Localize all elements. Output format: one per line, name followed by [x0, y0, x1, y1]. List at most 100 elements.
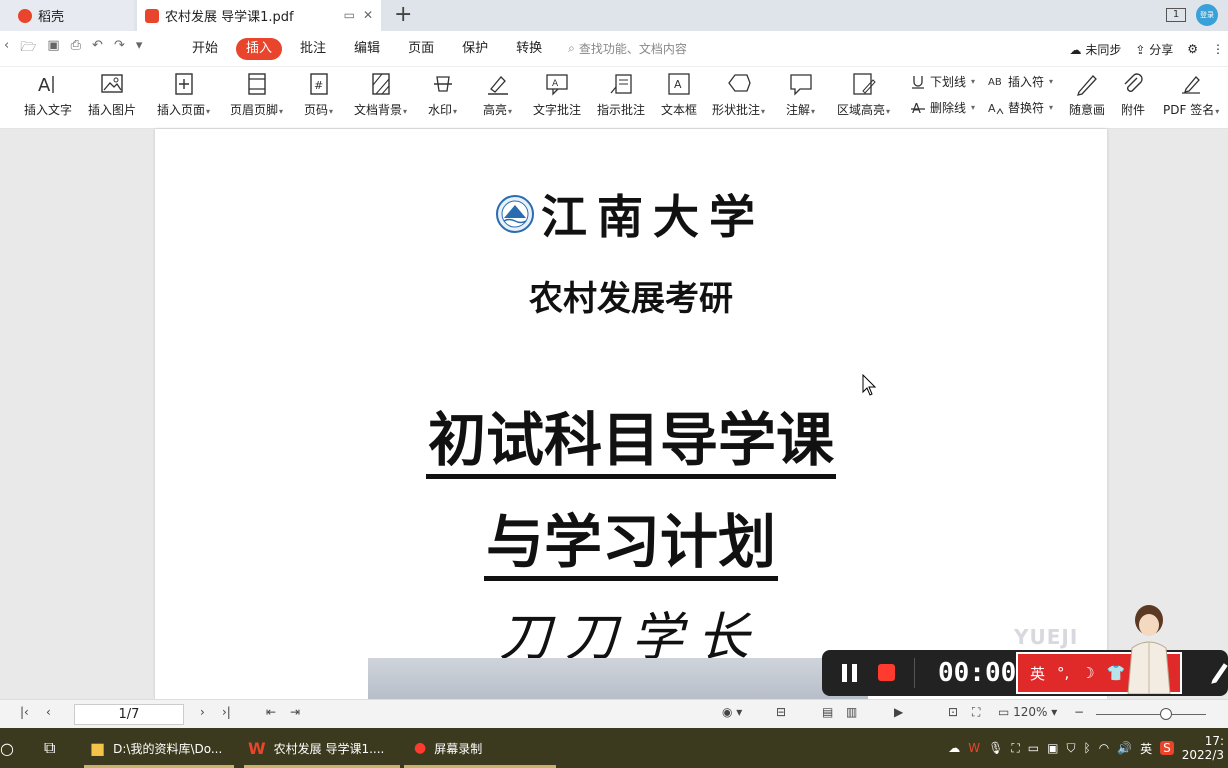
search-icon[interactable]: ○	[0, 728, 14, 768]
screen: 稻壳 农村发展 导学课1.pdf ▭ ✕ + 1 登录 ‹ 🗁 ▣ ⎙ ↶ ↷ …	[0, 0, 1228, 768]
highlight-button[interactable]: 高亮▾	[483, 71, 512, 118]
undo-icon[interactable]: ↶	[92, 38, 103, 60]
single-page-icon[interactable]: ▤	[822, 705, 833, 719]
share-button[interactable]: ⇪ 分享	[1135, 41, 1173, 58]
avatar[interactable]: 登录	[1196, 4, 1218, 26]
screen-capture-icon[interactable]: ⛶	[1011, 741, 1019, 756]
fit-width-icon[interactable]: ⊟	[776, 705, 786, 719]
page-number-button[interactable]: # 页码▾	[304, 71, 333, 118]
prev-page-icon[interactable]: ‹	[46, 705, 51, 719]
underline-button[interactable]: 下划线 ▾	[910, 73, 975, 90]
pen-icon[interactable]	[1210, 660, 1228, 684]
area-highlight-button[interactable]: 区域高亮▾	[837, 71, 890, 118]
pdf-page[interactable]: 江南大学 农村发展考研 初试科目导学课 与学习计划 刀刀学长	[155, 129, 1107, 699]
back-view-icon[interactable]: ⇤	[266, 705, 276, 719]
task-view-icon[interactable]: ⧉	[44, 728, 55, 768]
more-icon[interactable]: ⋮	[1212, 42, 1224, 56]
settings-icon[interactable]: ⚙	[1187, 42, 1198, 56]
header-footer-button[interactable]: 页眉页脚▾	[230, 71, 283, 118]
taskbar-item-wps[interactable]: W 农村发展 导学课1....	[248, 728, 384, 768]
print-icon[interactable]: ⎙	[71, 38, 81, 60]
freehand-button[interactable]: 随意画	[1069, 71, 1105, 118]
chevron-down-icon: ▾	[1049, 77, 1054, 86]
zoom-out-icon[interactable]: −	[1074, 705, 1084, 719]
insert-text-button[interactable]: A 插入文字	[24, 71, 72, 118]
wps-tray-icon[interactable]: W	[968, 741, 980, 755]
pin-tab-icon[interactable]: ▭	[344, 8, 355, 22]
redo-icon[interactable]: ↷	[114, 38, 125, 60]
chevron-down-icon: ▾	[1215, 107, 1220, 116]
pdf-sign-button[interactable]: PDF 签名▾	[1163, 71, 1219, 118]
next-page-icon[interactable]: ›	[200, 705, 205, 719]
clock[interactable]: 17: 2022/3	[1182, 734, 1224, 762]
menu-item-protect[interactable]: 保护	[448, 38, 502, 60]
cloud-sync-icon[interactable]: ☁	[948, 741, 960, 755]
tab-pdf-document[interactable]: 农村发展 导学课1.pdf ▭ ✕	[137, 0, 381, 31]
zoom-control[interactable]: ▭ 120% ▾	[998, 705, 1057, 719]
display-icon[interactable]: ▣	[1047, 741, 1058, 755]
sogou-icon[interactable]: S	[1160, 741, 1174, 755]
menu-item-convert[interactable]: 转换	[502, 38, 556, 60]
chevron-left-icon[interactable]: ‹	[4, 38, 9, 60]
volume-icon[interactable]: 🔊	[1117, 741, 1132, 755]
customize-dropdown-icon[interactable]: ▾	[136, 38, 143, 60]
ime-language[interactable]: 英	[1030, 663, 1045, 684]
insert-image-button[interactable]: 插入图片	[88, 71, 136, 118]
zoom-slider-track[interactable]	[1096, 714, 1206, 715]
double-page-icon[interactable]: ▥	[846, 705, 857, 719]
microphone-icon[interactable]: 🎙	[988, 741, 1003, 755]
input-language[interactable]: 英	[1140, 740, 1152, 757]
menu-item-insert[interactable]: 插入	[236, 37, 283, 60]
taskbar-item-explorer[interactable]: ■ D:\我的资料库\Do...	[90, 728, 222, 768]
pause-icon[interactable]	[842, 664, 858, 682]
sync-button[interactable]: ☁ 未同步	[1069, 41, 1121, 58]
ribbon-label: 高亮	[483, 103, 508, 117]
taskbar-label: 农村发展 导学课1....	[273, 741, 385, 756]
annotation-button[interactable]: 注解▾	[786, 71, 815, 118]
first-page-icon[interactable]: |‹	[20, 705, 29, 719]
punctuation-icon[interactable]: °,	[1057, 664, 1069, 682]
document-workspace[interactable]: 江南大学 农村发展考研 初试科目导学课 与学习计划 刀刀学长	[0, 129, 1228, 699]
zoom-slider-handle[interactable]	[1160, 708, 1172, 720]
save-icon[interactable]: ▣	[47, 38, 59, 60]
insert-page-button[interactable]: 插入页面▾	[157, 71, 210, 118]
attachment-button[interactable]: 附件	[1120, 71, 1146, 118]
page-number-input[interactable]: 1/7	[74, 704, 184, 725]
shield-icon[interactable]: ⛉	[1066, 741, 1075, 756]
page-count-badge[interactable]: 1	[1166, 8, 1186, 22]
battery-icon[interactable]: ▭	[1028, 741, 1039, 755]
pointer-comment-button[interactable]: 指示批注	[597, 71, 645, 118]
textbox-button[interactable]: A 文本框	[661, 71, 697, 118]
forward-view-icon[interactable]: ⇥	[290, 705, 300, 719]
document-background-button[interactable]: 文档背景▾	[354, 71, 407, 118]
search-input[interactable]: ⌕ 查找功能、文档内容	[568, 40, 687, 57]
menu-item-start[interactable]: 开始	[178, 38, 232, 60]
close-tab-icon[interactable]: ✕	[363, 8, 373, 22]
stop-record-button[interactable]	[878, 664, 895, 681]
shape-comment-button[interactable]: 形状批注▾	[712, 71, 765, 118]
taskbar-item-recorder[interactable]: ● 屏幕录制	[414, 728, 482, 768]
ribbon-label: 插入页面	[157, 103, 206, 117]
menu-item-edit[interactable]: 编辑	[340, 38, 394, 60]
bluetooth-icon[interactable]: ᛒ	[1084, 741, 1091, 755]
open-folder-icon[interactable]: 🗁	[20, 38, 36, 60]
watermark-button[interactable]: 水印▾	[428, 71, 457, 118]
actual-size-icon[interactable]: ⊡	[948, 705, 958, 719]
replace-caret-button[interactable]: A 替换符 ▾	[988, 99, 1053, 116]
taskbar-label: 屏幕录制	[434, 741, 483, 756]
ribbon-label: 插入图片	[88, 103, 137, 117]
fit-page-icon[interactable]: ⛶	[972, 705, 980, 720]
text-comment-button[interactable]: A 文字批注	[533, 71, 581, 118]
eye-protection-icon[interactable]: ◉ ▾	[722, 705, 742, 719]
last-page-icon[interactable]: ›|	[222, 705, 231, 719]
strikethrough-button[interactable]: A 删除线 ▾	[910, 99, 975, 116]
wifi-icon[interactable]: ◠	[1099, 741, 1109, 755]
clock-time: 17:	[1204, 734, 1224, 748]
new-tab-button[interactable]: +	[394, 2, 412, 27]
menu-item-page[interactable]: 页面	[394, 38, 448, 60]
moon-icon[interactable]: ☽	[1081, 664, 1094, 682]
insert-caret-button[interactable]: AB 插入符 ▾	[988, 73, 1053, 90]
play-slideshow-icon[interactable]: ▶	[894, 705, 903, 719]
menu-item-comment[interactable]: 批注	[286, 38, 340, 60]
tab-docer[interactable]: 稻壳	[0, 0, 134, 31]
